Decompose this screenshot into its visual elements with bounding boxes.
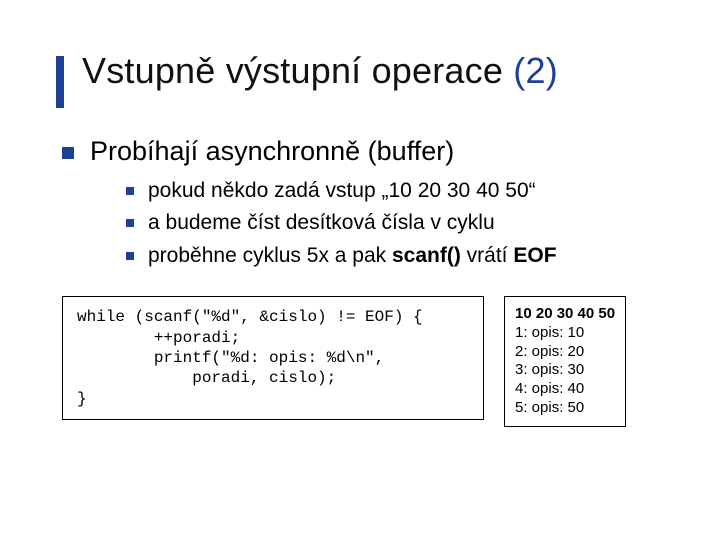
sub-bullets: pokud někdo zadá vstup „10 20 30 40 50“ … <box>126 177 664 270</box>
bullet-level2: proběhne cyklus 5x a pak scanf() vrátí E… <box>126 242 664 270</box>
bold-eof: EOF <box>513 244 556 267</box>
square-bullet-icon <box>62 147 74 159</box>
title-accent-bar <box>56 56 64 108</box>
bullet-level2: pokud někdo zadá vstup „10 20 30 40 50“ <box>126 177 664 205</box>
title-number: (2) <box>513 50 558 91</box>
bullet-level2-text: pokud někdo zadá vstup „10 20 30 40 50“ <box>148 177 536 205</box>
bullet-level1-text: Probíhají asynchronně (buffer) <box>90 136 454 167</box>
slide-title: Vstupně výstupní operace (2) <box>82 50 558 92</box>
bullet-level2-text: proběhne cyklus 5x a pak scanf() vrátí E… <box>148 242 557 270</box>
title-row: Vstupně výstupní operace (2) <box>56 50 664 108</box>
slide: Vstupně výstupní operace (2) Probíhají a… <box>0 0 720 540</box>
text-fragment: proběhne cyklus 5x a pak <box>148 244 392 267</box>
slide-body: Probíhají asynchronně (buffer) pokud něk… <box>62 136 664 427</box>
title-text: Vstupně výstupní operace <box>82 50 513 91</box>
output-body: 1: opis: 10 2: opis: 20 3: opis: 30 4: o… <box>515 324 584 416</box>
text-fragment: vrátí <box>461 244 514 267</box>
bullet-level1: Probíhají asynchronně (buffer) <box>62 136 664 167</box>
bold-scanf: scanf() <box>392 244 461 267</box>
boxes-row: while (scanf("%d", &cislo) != EOF) { ++p… <box>62 296 664 427</box>
output-header: 10 20 30 40 50 <box>515 305 615 322</box>
bullet-level2: a budeme číst desítková čísla v cyklu <box>126 209 664 237</box>
bullet-level2-text: a budeme číst desítková čísla v cyklu <box>148 209 495 237</box>
code-box: while (scanf("%d", &cislo) != EOF) { ++p… <box>62 296 484 420</box>
square-bullet-icon <box>126 252 134 260</box>
square-bullet-icon <box>126 187 134 195</box>
square-bullet-icon <box>126 219 134 227</box>
output-box: 10 20 30 40 50 1: opis: 10 2: opis: 20 3… <box>504 296 626 427</box>
